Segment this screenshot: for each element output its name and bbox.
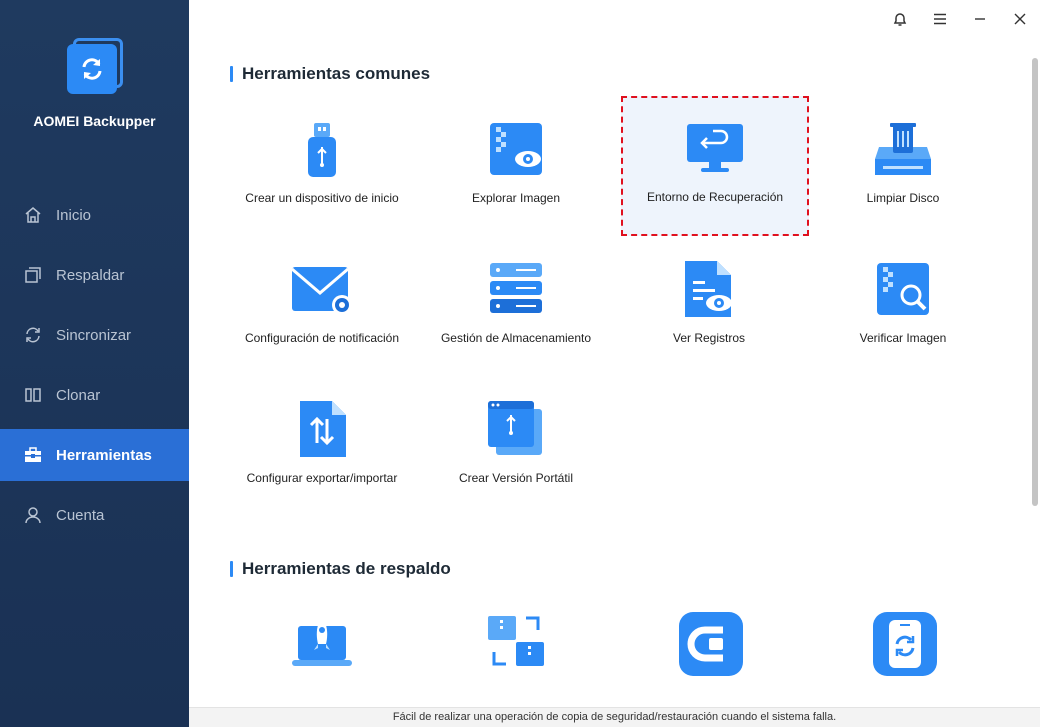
laptop-rocket-icon <box>292 612 352 672</box>
sidebar-item-cuenta[interactable]: Cuenta <box>0 489 189 541</box>
toolbox-icon <box>23 445 43 465</box>
tool-label: Configuración de notificación <box>244 331 400 345</box>
sidebar-item-label: Cuenta <box>56 506 105 524</box>
menu-icon[interactable] <box>920 6 960 32</box>
sidebar-item-sincronizar[interactable]: Sincronizar <box>0 309 189 361</box>
sidebar-item-label: Respaldar <box>56 266 125 284</box>
tool-label: Limpiar Disco <box>866 191 940 205</box>
tool-backup-3[interactable] <box>615 590 803 707</box>
sidebar-item-clonar[interactable]: Clonar <box>0 369 189 421</box>
aomei-logo-icon <box>65 36 125 96</box>
tool-label: Verificar Imagen <box>859 331 947 345</box>
tool-label: Gestión de Almacenamiento <box>440 331 592 345</box>
close-icon[interactable] <box>1000 6 1040 32</box>
vertical-scrollbar[interactable] <box>1030 40 1040 707</box>
tool-notification-settings[interactable]: Configuración de notificación <box>228 237 416 377</box>
backup-icon <box>23 265 43 285</box>
status-bar: Fácil de realizar una operación de copia… <box>189 707 1040 727</box>
tool-explore-image[interactable]: Explorar Imagen <box>422 97 610 237</box>
sidebar-item-respaldar[interactable]: Respaldar <box>0 249 189 301</box>
mail-settings-icon <box>291 259 352 319</box>
sidebar-item-label: Herramientas <box>56 446 152 464</box>
tool-label: Crear un dispositivo de inicio <box>245 191 399 205</box>
tool-create-portable-version[interactable]: Crear Versión Portátil <box>422 377 610 517</box>
tool-backup-1[interactable] <box>228 590 416 707</box>
sidebar-item-label: Sincronizar <box>56 326 132 344</box>
view-logs-icon <box>679 259 739 319</box>
sidebar-nav: Inicio Respaldar Sincronizar Clonar Herr… <box>0 189 189 549</box>
tool-wipe-disk[interactable]: Limpiar Disco <box>809 97 997 237</box>
tool-label: Entorno de Recuperación <box>646 190 784 204</box>
app-name: AOMEI Backupper <box>33 113 156 129</box>
recovery-monitor-icon <box>685 118 745 178</box>
sync-icon <box>23 325 43 345</box>
window-controls <box>880 6 1040 32</box>
disk-wipe-icon <box>873 119 933 179</box>
home-icon <box>23 205 43 225</box>
tool-backup-4[interactable] <box>809 590 997 707</box>
bell-icon[interactable] <box>880 6 920 32</box>
tool-label: Explorar Imagen <box>471 191 561 205</box>
portable-version-icon <box>486 399 546 459</box>
minimize-icon[interactable] <box>960 6 1000 32</box>
explore-image-icon <box>486 119 546 179</box>
usb-drive-icon <box>292 119 352 179</box>
tool-storage-management[interactable]: Gestión de Almacenamiento <box>422 237 610 377</box>
tool-label: Crear Versión Portátil <box>458 471 574 485</box>
phone-backup-icon <box>873 612 937 676</box>
sidebar-item-label: Clonar <box>56 386 101 404</box>
image-convert-icon <box>486 612 546 672</box>
verify-image-icon <box>873 259 933 319</box>
tool-view-logs[interactable]: Ver Registros <box>615 237 803 377</box>
tool-label: Configurar exportar/importar <box>246 471 398 485</box>
tool-create-boot-device[interactable]: Crear un dispositivo de inicio <box>228 97 416 237</box>
tool-export-import-config[interactable]: Configurar exportar/importar <box>228 377 416 517</box>
tool-backup-2[interactable] <box>422 590 610 707</box>
app-logo: AOMEI Backupper <box>0 36 189 129</box>
export-import-icon <box>292 399 352 459</box>
tools-content: Herramientas comunes Crear un dispositiv… <box>189 40 1040 707</box>
storage-server-icon <box>486 259 546 319</box>
cyber-backup-icon <box>679 612 743 676</box>
scrollbar-thumb[interactable] <box>1032 58 1038 506</box>
clone-icon <box>23 385 43 405</box>
sidebar-item-herramientas[interactable]: Herramientas <box>0 429 189 481</box>
sidebar-item-inicio[interactable]: Inicio <box>0 189 189 241</box>
tool-label: Ver Registros <box>672 331 746 345</box>
section-title-common: Herramientas comunes <box>230 64 430 84</box>
tool-verify-image[interactable]: Verificar Imagen <box>809 237 997 377</box>
section-title-backup: Herramientas de respaldo <box>230 559 451 579</box>
user-icon <box>23 505 43 525</box>
sidebar-item-label: Inicio <box>56 206 92 224</box>
sidebar: AOMEI Backupper Inicio Respaldar Sincron… <box>0 0 189 727</box>
tool-recovery-environment[interactable]: Entorno de Recuperación <box>621 96 809 236</box>
